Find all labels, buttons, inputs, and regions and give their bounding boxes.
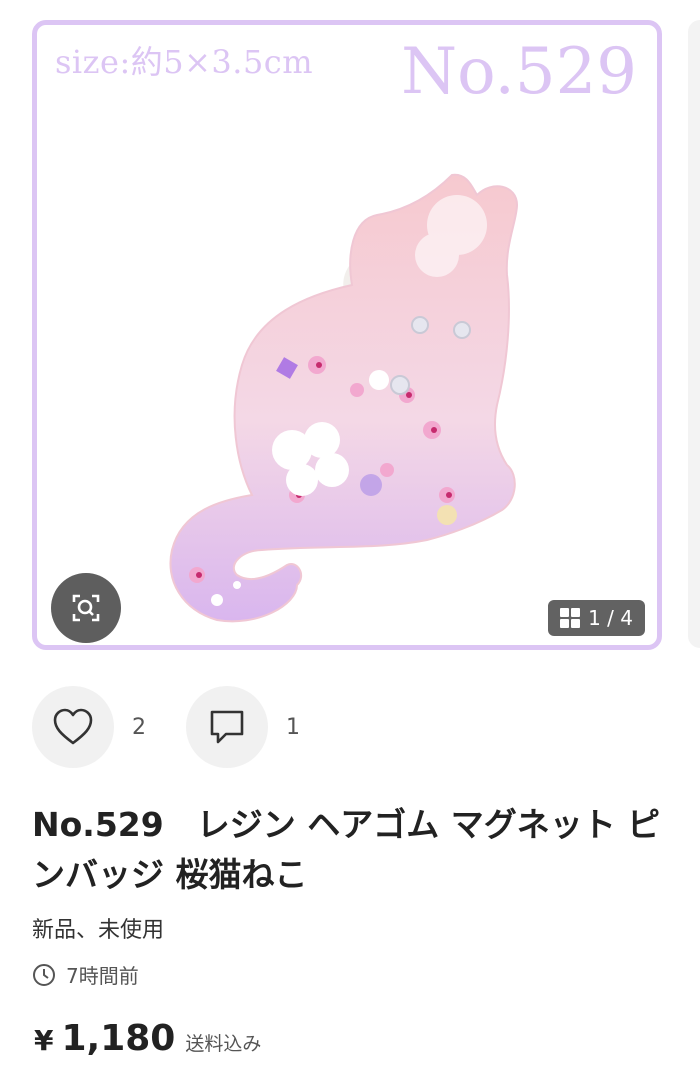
size-label: size:約5×3.5cm: [55, 43, 314, 81]
price-value: 1,180: [61, 1018, 176, 1059]
posted-time: 7時間前: [32, 960, 139, 989]
page-counter-text: 1 / 4: [588, 606, 633, 630]
currency-symbol: ¥: [34, 1024, 54, 1057]
price-row: ¥ 1,180 送料込み: [34, 1018, 261, 1059]
like-count: 2: [132, 714, 146, 740]
clock-icon: [33, 963, 55, 986]
item-condition: 新品、未使用: [32, 918, 165, 943]
next-image-peek[interactable]: [688, 20, 700, 648]
product-photo-cat-resin: [169, 173, 519, 623]
like-button[interactable]: [32, 686, 114, 768]
product-number-label: No.529: [401, 35, 637, 109]
product-image-frame[interactable]: size:約5×3.5cm No.529 1 / 4: [32, 20, 662, 650]
image-search-icon: [72, 594, 100, 622]
comment-count: 1: [286, 714, 300, 740]
action-row: 2 1: [32, 685, 672, 769]
image-search-button[interactable]: [51, 573, 121, 643]
image-page-counter[interactable]: 1 / 4: [548, 600, 645, 636]
comment-icon: [210, 710, 244, 744]
posted-time-text: 7時間前: [66, 964, 139, 988]
heart-icon: [53, 708, 93, 745]
grid-icon: [560, 608, 581, 628]
product-title: No.529 レジン ヘアゴム マグネット ピンバッジ 桜猫ねこ: [32, 805, 661, 894]
comment-button[interactable]: [186, 686, 268, 768]
shipping-label: 送料込み: [185, 1033, 262, 1055]
